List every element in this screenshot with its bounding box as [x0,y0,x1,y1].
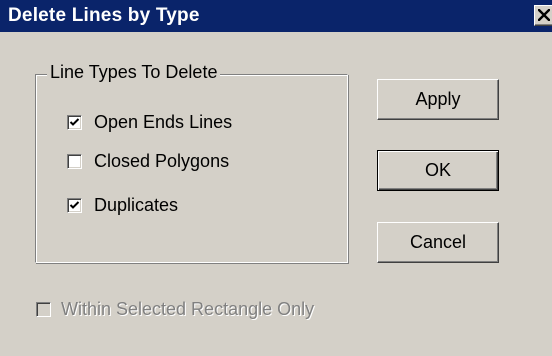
checkbox-box[interactable] [67,153,82,169]
window-title: Delete Lines by Type [8,5,200,26]
apply-button[interactable]: Apply [377,79,499,120]
checkmark-icon [69,200,80,209]
closed-polygons-checkbox[interactable]: Closed Polygons [67,149,229,173]
close-button[interactable] [534,5,552,26]
duplicates-checkbox[interactable]: Duplicates [67,193,178,217]
close-icon [537,8,551,25]
checkmark-icon [69,117,80,126]
checkbox-box[interactable] [67,197,82,213]
open-ends-lines-checkbox[interactable]: Open Ends Lines [67,110,232,134]
checkbox-label: Closed Polygons [94,150,230,171]
title-bar: Delete Lines by Type [0,0,552,32]
cancel-button[interactable]: Cancel [377,222,499,263]
checkbox-box[interactable] [67,114,82,130]
checkbox-label: Duplicates [94,194,179,215]
within-selected-rectangle-checkbox[interactable]: Within Selected Rectangle Only [36,297,314,321]
delete-lines-dialog: Delete Lines by Type Line Types To Delet… [0,0,552,356]
ok-button[interactable]: OK [377,150,499,191]
checkbox-label: Open Ends Lines [94,111,233,132]
checkbox-label: Within Selected Rectangle Only [61,298,315,319]
groupbox-label: Line Types To Delete [47,62,221,83]
checkbox-box[interactable] [36,301,51,317]
